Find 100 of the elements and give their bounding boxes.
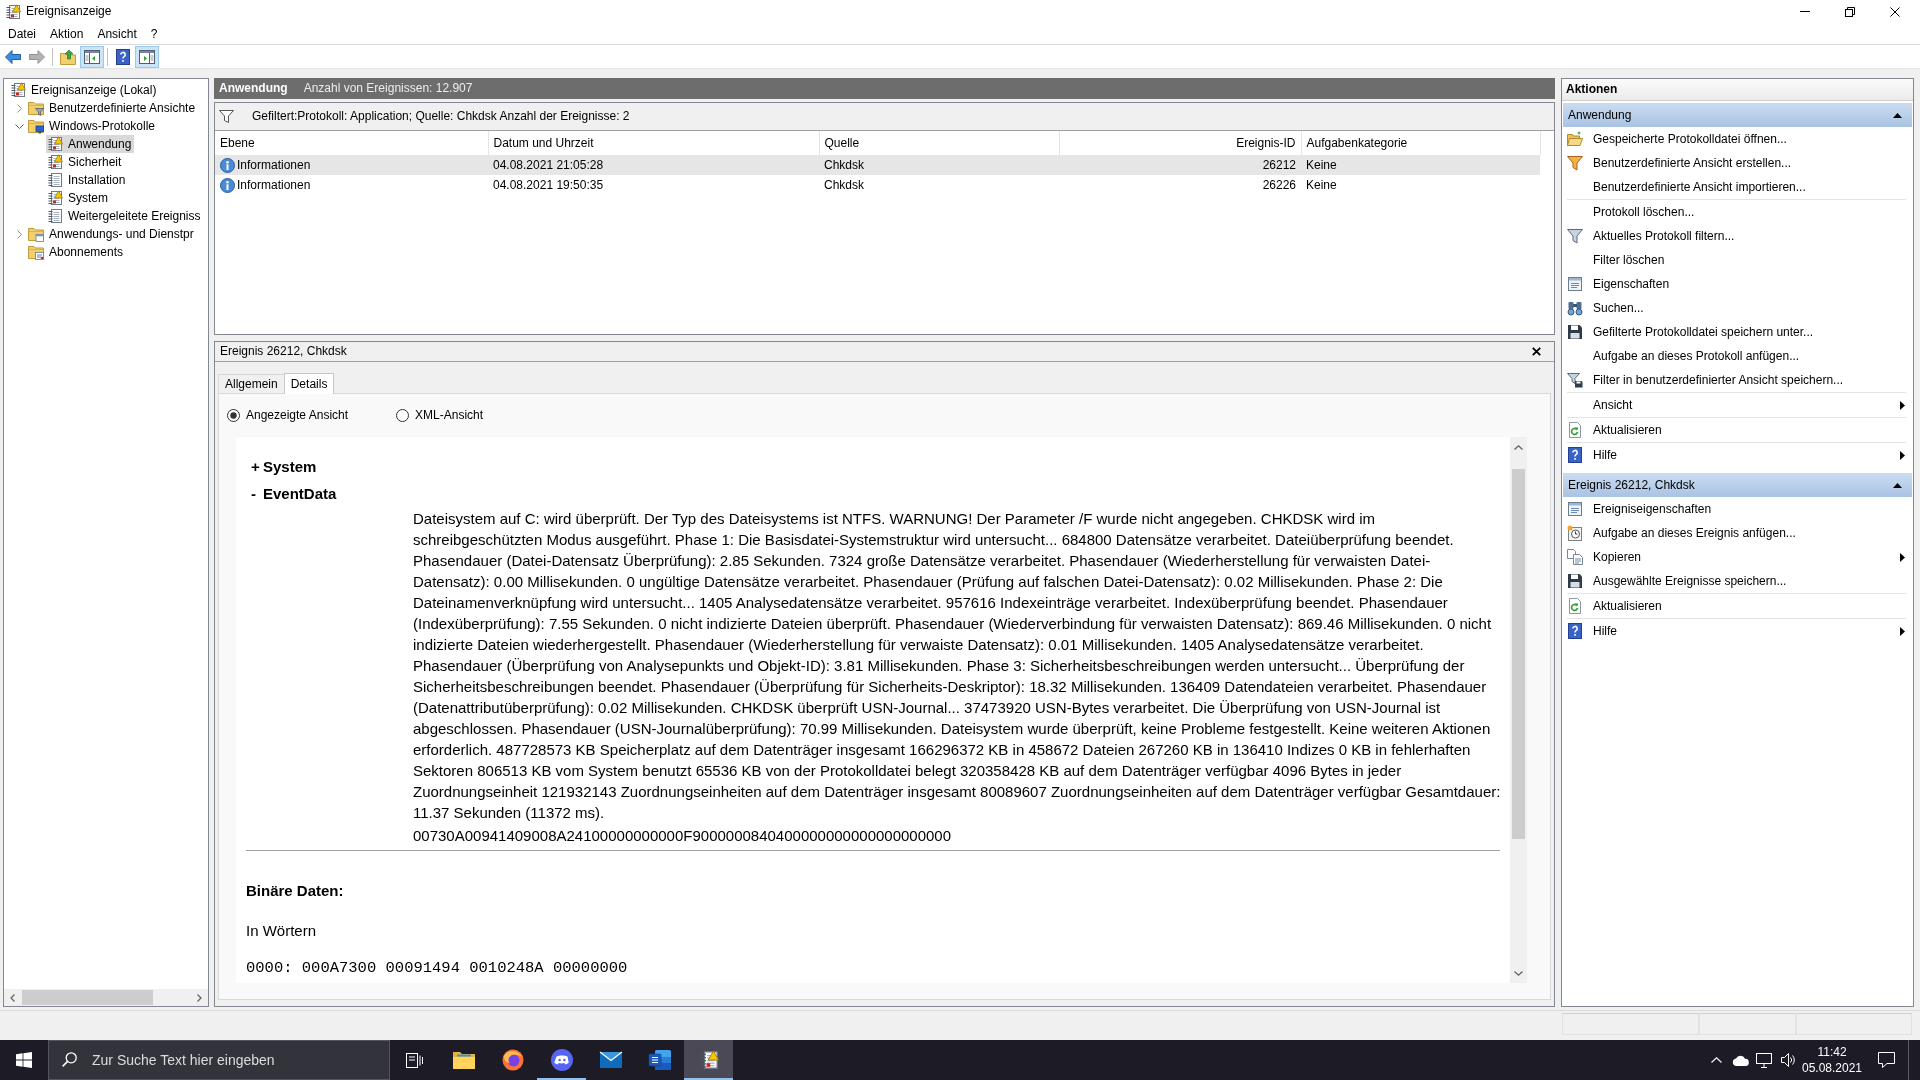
cloud-icon[interactable] bbox=[1731, 1054, 1749, 1066]
binoculars-icon bbox=[1567, 300, 1583, 316]
radio-icon[interactable] bbox=[396, 409, 410, 422]
tree-item[interactable]: System bbox=[46, 189, 111, 207]
action-item[interactable]: Aktuelles Protokoll filtern... bbox=[1562, 224, 1913, 248]
action-item[interactable]: Filter in benutzerdefinierter Ansicht speichern... bbox=[1562, 368, 1913, 392]
action-item[interactable]: Protokoll löschen... bbox=[1562, 200, 1913, 224]
action-item[interactable]: Filter löschen bbox=[1562, 248, 1913, 272]
tab[interactable]: Allgemein bbox=[218, 374, 285, 393]
section-header[interactable]: Anwendung bbox=[1563, 103, 1912, 127]
monitor-icon[interactable] bbox=[1756, 1052, 1772, 1068]
tree-item[interactable]: Sicherheit bbox=[46, 153, 125, 171]
folder-window-icon bbox=[28, 226, 44, 242]
chevron-right-icon[interactable] bbox=[17, 229, 22, 239]
table-row[interactable]: Informationen 04.08.2021 19:50:35 Chkdsk 26226 Keine bbox=[215, 175, 1540, 195]
action-item[interactable]: Aktualisieren bbox=[1562, 418, 1913, 442]
action-item[interactable]: Hilfe bbox=[1562, 443, 1913, 467]
folder-card-icon bbox=[28, 244, 44, 260]
table-cell: Keine bbox=[1306, 177, 1337, 192]
table-cell: 04.08.2021 19:50:35 bbox=[493, 177, 604, 192]
submenu-arrow-icon[interactable] bbox=[1900, 552, 1905, 562]
window-title: Ereignisanzeige bbox=[26, 4, 112, 19]
scroll-left-icon[interactable] bbox=[10, 993, 15, 1002]
event-data-text: Dateisystem auf C: wird überprüft. Der Typ des Dateisystems ist NTFS. WARNUNG! Der Parameter /F wurde nicht angegeben. CHKDSK wird im schreibgeschützten Modus ausgeführt. Phase 1: Die Basisdatei-Systemstruktur wird untersucht... 684800 Datensätze verarbeitet. Dateiüberprüfung beendet. Phasendauer (Datei-Datensatz Überprüfung): 2.85 Sekunden. 7324 große Datensätze verarbeitet. Phasendauer (Wiederherstellung für verwaisten Datei-Datensatz): 0.00 Millisekunden. 0 ungültige Datensätze verarbeitet. Phasendauer (Prüfung auf falschen Datei-Datensatz): 0.02 Millisekunden. Phase 2: Die Dateinamenverknüpfung wird untersucht... 1405 Analysedatensätze verarbeitet. 957616 Indexeinträge verarbeitet. Indexüberprüfung beendet. Phasendauer (Indexüberprüfung): 7.55 Sekunden. 0 nicht indizierte Dateien überprüft. Phasendauer (Wiederverbindung für verwaisten Datensatz): 869.46 Millisekunden. 0 nicht indizierte Dateien wiederhergestellt. Phasendauer (Wiederherstellung für verwaiste Datensatz): 0.01 Millisekunden. 1405 Analysedatensätze verarbeitet. Phasendauer (Überprüfung von Analysepunkts und Objekt-ID): 3.81 Millisekunden. Phase 3: Sicherheitsbeschreibungen werden untersucht... Überprüfung der Sicherheitsbeschreibungen beendet. Phasendauer (Überprüfung für Sicherheits-Deskriptor): 18.32 Millisekunden. 136409 Datendateien verarbeitet. Phasendauer (Datenattributüberprüfung): 0.02 Millisekunden. CHKDSK überprüft USN-Journal... 37473920 USN-Bytes verarbeitet. Die Überprüfung von USN-Journal ist abgeschlossen. Phasendauer (USN-Journalüberprüfung): 70.99 Millisekunden. Dateisystem wurde überprüft, keine Probleme festgestellt. Keine weiteren Aktionen erforderlich. 487728573 KB Speicherplatz auf dem Datenträger insgesamt 166296372 KB in 458672 Dateien 267260 KB in 136410 Indizes 0 KB in fehlerhaften Sektoren 806513 KB vom System benutzt 65536 KB von der Protokolldatei belegt 320358428 KB auf dem Datenträger verfügbar 4096 Bytes in jeder Zuordnungseinheit 121932143 Zuordnungseinheiten auf dem Datenträger insgesamt 80089607 Zuordnungseinheiten auf dem Datenträger verfügbar Gesamtdauer: 11.37 Sekunden (11372 ms). bbox=[413, 509, 1501, 823]
action-item[interactable]: Aufgabe an dieses Ereignis anfügen... bbox=[1562, 521, 1913, 545]
tree-item[interactable]: Anwendungs- und Dienstpr bbox=[27, 225, 197, 243]
expand-toggle[interactable]: - bbox=[246, 485, 263, 504]
column-header[interactable]: Datum und Uhrzeit bbox=[493, 135, 594, 151]
clock-date[interactable]: 05.08.2021 bbox=[1801, 1060, 1863, 1076]
column-header[interactable]: Aufgabenkategorie bbox=[1306, 135, 1408, 151]
collapse-triangle-icon[interactable] bbox=[1893, 482, 1902, 488]
clock-time[interactable]: 11:42 bbox=[1817, 1044, 1847, 1060]
tree-item[interactable]: Windows-Protokolle bbox=[27, 117, 159, 135]
table-row[interactable]: Informationen 04.08.2021 21:05:28 Chkdsk 26212 Keine bbox=[215, 155, 1540, 175]
submenu-arrow-icon[interactable] bbox=[1900, 626, 1905, 636]
action-item[interactable]: Ausgewählte Ereignisse speichern... bbox=[1562, 569, 1913, 593]
toolbar-button[interactable] bbox=[135, 45, 159, 68]
action-item[interactable]: Ereigniseigenschaften bbox=[1562, 497, 1913, 521]
scrollbar-thumb[interactable] bbox=[22, 990, 153, 1005]
menu-item[interactable]: ? bbox=[143, 23, 165, 44]
menu-item[interactable]: Datei bbox=[1, 23, 43, 44]
scroll-down-icon[interactable] bbox=[1514, 970, 1523, 976]
action-item[interactable]: Ansicht bbox=[1562, 393, 1913, 417]
chevron-down-icon[interactable] bbox=[15, 123, 24, 129]
action-item[interactable]: Aktualisieren bbox=[1562, 594, 1913, 618]
tab[interactable]: Details bbox=[283, 373, 335, 394]
radio-option[interactable]: Angezeigte Ansicht bbox=[227, 408, 349, 423]
taskbar-button[interactable] bbox=[684, 1040, 733, 1080]
action-item[interactable]: Benutzerdefinierte Ansicht erstellen... bbox=[1562, 151, 1913, 175]
binary-data-title: Binäre Daten: bbox=[246, 881, 345, 900]
folder-icon bbox=[452, 1051, 475, 1069]
back-arrow-icon bbox=[5, 49, 21, 64]
tree-item[interactable]: Installation bbox=[46, 171, 129, 189]
filter-description: Gefiltert:Protokoll: Application; Quelle: Chkdsk Anzahl der Ereignisse: 2 bbox=[252, 109, 630, 124]
scroll-up-icon[interactable] bbox=[1514, 444, 1523, 450]
radio-option[interactable]: XML-Ansicht bbox=[396, 408, 484, 423]
tree-item[interactable]: Abonnements bbox=[27, 243, 127, 261]
tree-item[interactable]: Weitergeleitete Ereigniss bbox=[46, 207, 204, 225]
close-icon[interactable] bbox=[1532, 347, 1541, 356]
search-field[interactable]: Zur Suche Text hier eingeben bbox=[48, 1040, 390, 1080]
gamepad-icon bbox=[550, 1049, 573, 1071]
notification-icon[interactable] bbox=[1877, 1052, 1895, 1068]
tree-item[interactable]: Anwendung bbox=[46, 135, 135, 153]
column-header[interactable]: Ereignis-ID bbox=[1236, 135, 1296, 151]
log-book-icon bbox=[47, 172, 63, 188]
chevron-right-icon[interactable] bbox=[17, 103, 22, 113]
scrollbar-thumb[interactable] bbox=[1512, 469, 1525, 839]
action-item[interactable]: Suchen... bbox=[1562, 296, 1913, 320]
section-header[interactable]: Ereignis 26212, Chkdsk bbox=[1563, 473, 1912, 497]
submenu-arrow-icon[interactable] bbox=[1900, 450, 1905, 460]
search-icon bbox=[62, 1052, 77, 1067]
column-header[interactable]: Ebene bbox=[220, 135, 255, 151]
speaker-icon[interactable] bbox=[1780, 1053, 1796, 1067]
column-header[interactable]: Quelle bbox=[824, 135, 860, 151]
action-item[interactable]: Gefilterte Protokolldatei speichern unter... bbox=[1562, 320, 1913, 344]
table-cell: Informationen bbox=[237, 157, 311, 173]
log-book-warning-icon bbox=[5, 3, 21, 20]
action-item[interactable]: Eigenschaften bbox=[1562, 272, 1913, 296]
action-item[interactable]: Benutzerdefinierte Ansicht importieren... bbox=[1562, 175, 1913, 199]
action-item[interactable]: Gespeicherte Protokolldatei öffnen... bbox=[1562, 127, 1913, 151]
task-view-icon bbox=[406, 1052, 423, 1068]
expand-toggle[interactable]: + bbox=[246, 458, 263, 477]
section-title: EventData bbox=[263, 485, 337, 504]
chevron-up-icon[interactable] bbox=[1710, 1057, 1722, 1063]
menu-item[interactable]: Aktion bbox=[43, 23, 91, 44]
toolbar-button[interactable] bbox=[80, 45, 104, 68]
action-item[interactable]: Aufgabe an dieses Protokoll anfügen... bbox=[1562, 344, 1913, 368]
log-book-warning-icon bbox=[47, 190, 63, 206]
start-icon bbox=[16, 1052, 32, 1068]
action-item[interactable]: Hilfe bbox=[1562, 619, 1913, 643]
tree-item[interactable]: Ereignisanzeige (Lokal) bbox=[9, 81, 160, 99]
menu-item[interactable]: Ansicht bbox=[90, 23, 144, 44]
collapse-triangle-icon[interactable] bbox=[1893, 112, 1902, 118]
event-count: Anzahl von Ereignissen: 12.907 bbox=[303, 81, 473, 96]
submenu-arrow-icon[interactable] bbox=[1900, 400, 1905, 410]
action-item[interactable]: Kopieren bbox=[1562, 545, 1913, 569]
radio-checked-icon[interactable] bbox=[227, 409, 240, 422]
properties-icon bbox=[1567, 501, 1583, 517]
tree-item[interactable]: Benutzerdefinierte Ansichte bbox=[27, 99, 199, 117]
scroll-right-icon[interactable] bbox=[197, 993, 202, 1002]
